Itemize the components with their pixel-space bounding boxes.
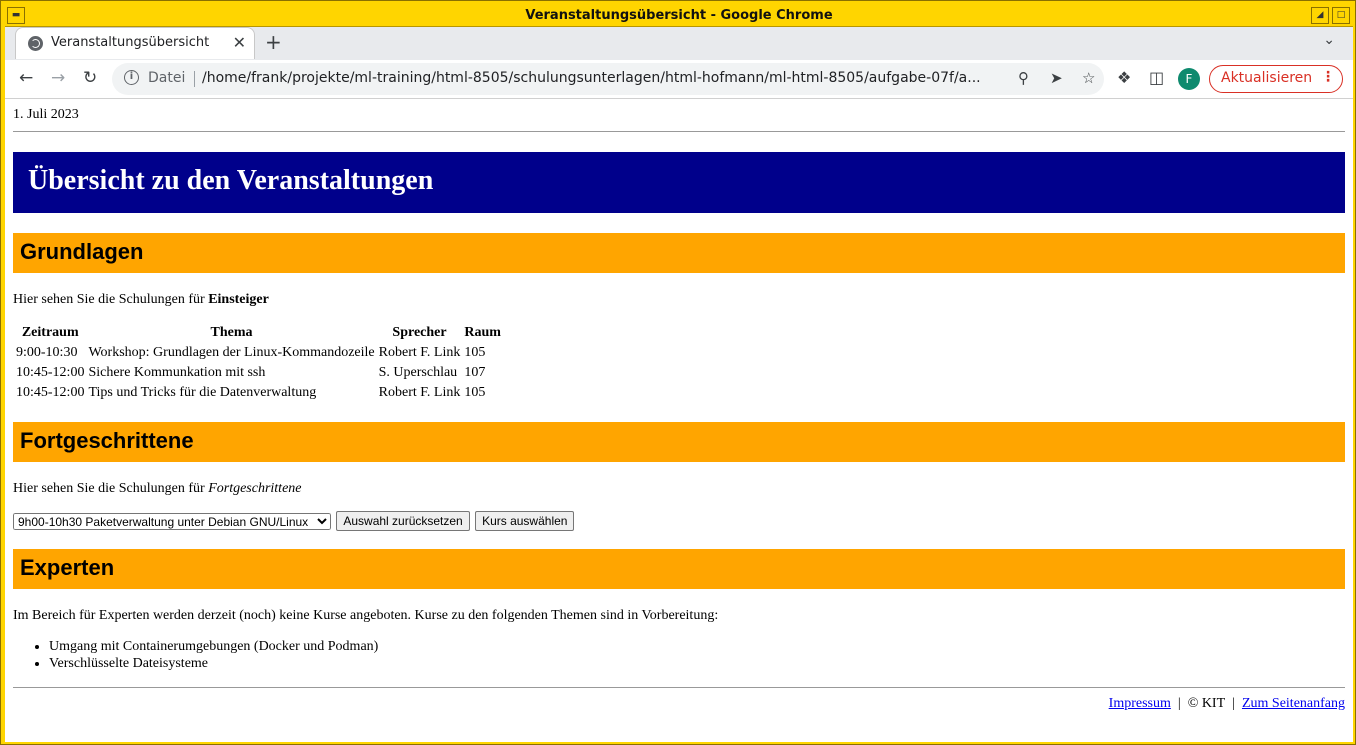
zoom-icon[interactable]: ⚲ [1018,69,1029,87]
top-divider [13,131,1345,132]
course-select-form: 9h00-10h30 Paketverwaltung unter Debian … [13,511,1345,531]
table-row: 10:45-12:00 Sichere Kommunkation mit ssh… [15,364,502,382]
table-cell: 9:00-10:30 [16,345,78,360]
fortgeschrittene-intro: Hier sehen Sie die Schulungen für Fortge… [13,481,1345,497]
page-body: 1. Juli 2023 Übersicht zu den Veranstalt… [5,107,1353,712]
side-panel-icon[interactable]: ◫ [1149,68,1164,87]
tab-title: Veranstaltungsübersicht [51,35,210,50]
address-divider [194,71,195,87]
reload-icon[interactable]: ↻ [83,68,97,88]
column-header: Sprecher [392,325,447,340]
extensions-puzzle-icon[interactable]: ❖ [1117,68,1131,87]
page-viewport: 1. Juli 2023 Übersicht zu den Veranstalt… [5,99,1353,742]
grundlagen-intro-strong: Einsteiger [208,292,269,307]
profile-avatar[interactable]: F [1178,68,1200,90]
update-label: Aktualisieren [1221,70,1313,86]
browser-chrome: Veranstaltungsübersicht ✕ + ⌄ ← → ↻ i Da… [5,27,1353,99]
back-arrow-icon[interactable]: ← [19,68,33,88]
send-icon[interactable]: ➤ [1050,69,1063,87]
footer-separator: | [1177,696,1181,711]
window-title: Veranstaltungsübersicht - Google Chrome [525,8,833,23]
table-row: 10:45-12:00 Tips und Tricks für die Date… [15,384,502,402]
column-header: Zeitraum [21,325,79,340]
fortgeschrittene-intro-text: Hier sehen Sie die Schulungen für [13,481,209,496]
window-frame: ▬ Veranstaltungsübersicht - Google Chrom… [0,0,1356,745]
section-heading-grundlagen: Grundlagen [13,233,1345,273]
table-cell: Tips und Tricks für die Datenverwaltung [88,385,317,400]
upcoming-topics-list: Umgang mit Containerumgebungen (Docker u… [13,638,1345,672]
browser-tab[interactable]: Veranstaltungsübersicht ✕ [15,27,255,59]
table-cell: 10:45-12:00 [16,385,85,400]
update-button[interactable]: Aktualisieren ⋮ [1209,65,1343,93]
table-cell: Robert F. Link [378,385,461,400]
close-tab-icon[interactable]: ✕ [233,33,246,52]
address-bar[interactable]: i Datei /home/frank/projekte/ml-training… [112,63,1104,95]
window-titlebar[interactable]: ▬ Veranstaltungsübersicht - Google Chrom… [5,5,1353,27]
page-date: 1. Juli 2023 [13,107,79,122]
table-cell: Sichere Kommunkation mit ssh [88,365,266,380]
section-heading-experten: Experten [13,549,1345,589]
table-row: 9:00-10:30 Workshop: Grundlagen der Linu… [15,344,502,362]
url-scheme-label: Datei [148,70,186,86]
tab-search-chevron-icon[interactable]: ⌄ [1323,32,1335,48]
table-cell: 10:45-12:00 [16,365,85,380]
select-course-button[interactable]: Kurs auswählen [475,511,575,531]
globe-icon [28,36,43,51]
grundlagen-intro-text: Hier sehen Sie die Schulungen für [13,292,209,307]
section-heading-fortgeschrittene: Fortgeschrittene [13,422,1345,462]
table-cell: 105 [464,385,486,400]
grundlagen-intro: Hier sehen Sie die Schulungen für Einste… [13,292,1345,308]
table-cell: S. Uperschlau [378,365,458,380]
url-text[interactable]: /home/frank/projekte/ml-training/html-85… [202,70,1010,86]
more-menu-icon[interactable]: ⋮ [1321,69,1335,85]
page-footer: Impressum | © KIT | Zum Seitenanfang [13,696,1345,712]
grundlagen-table: Zeitraum Thema Sprecher Raum 9:00-10:30 … [13,322,504,404]
footer-divider [13,687,1345,688]
new-tab-button[interactable]: + [265,30,282,54]
forward-arrow-icon[interactable]: → [51,68,65,88]
column-header: Raum [464,325,501,340]
page-title: Übersicht zu den Veranstaltungen [13,152,1345,213]
table-cell: Workshop: Grundlagen der Linux-Kommandoz… [88,345,375,360]
table-cell: 105 [464,345,486,360]
copyright-text: © KIT [1187,696,1226,711]
window-maximize-button[interactable]: □ [1332,7,1350,24]
course-select[interactable]: 9h00-10h30 Paketverwaltung unter Debian … [13,512,331,530]
bookmark-star-icon[interactable]: ☆ [1082,69,1095,87]
list-item: Verschlüsselte Dateisysteme [49,655,1345,672]
impressum-link[interactable]: Impressum [1109,696,1171,711]
info-icon[interactable]: i [124,70,139,85]
table-header-row: Zeitraum Thema Sprecher Raum [15,324,502,342]
list-item: Umgang mit Containerumgebungen (Docker u… [49,638,1345,655]
footer-separator: | [1232,696,1235,711]
table-cell: Robert F. Link [378,345,461,360]
browser-toolbar: ← → ↻ i Datei /home/frank/projekte/ml-tr… [5,60,1353,99]
column-header: Thema [210,325,253,340]
fortgeschrittene-intro-em: Fortgeschrittene [208,481,302,496]
reset-selection-button[interactable]: Auswahl zurücksetzen [336,511,470,531]
table-cell: 107 [464,365,486,380]
back-to-top-link[interactable]: Zum Seitenanfang [1242,696,1345,711]
experten-intro: Im Bereich für Experten werden derzeit (… [13,608,719,623]
window-minimize-button[interactable]: ◢ [1311,7,1329,24]
